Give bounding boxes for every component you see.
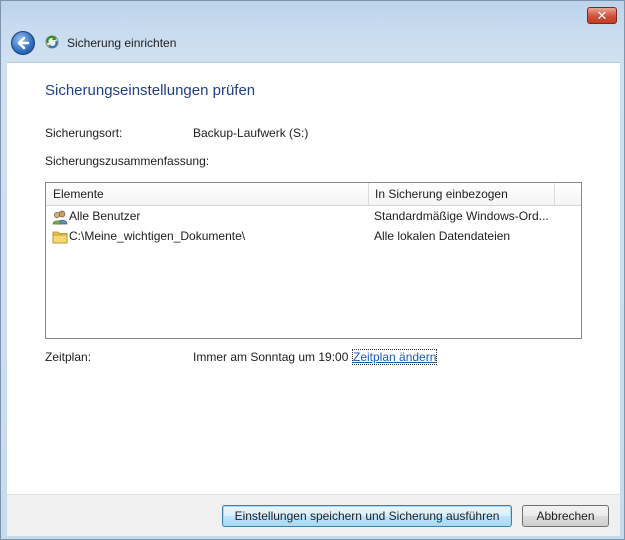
- folder-icon: [52, 231, 68, 244]
- cancel-button[interactable]: Abbrechen: [522, 505, 609, 527]
- page-heading: Sicherungseinstellungen prüfen: [45, 82, 256, 99]
- backup-icon: [45, 35, 59, 49]
- item-name: Alle Benutzer: [69, 209, 141, 223]
- change-schedule-link[interactable]: Zeitplan ändern: [351, 349, 438, 365]
- column-separator[interactable]: [554, 183, 555, 205]
- footer: Einstellungen speichern und Sicherung au…: [7, 494, 620, 536]
- content-panel: Sicherungseinstellungen prüfen Sicherung…: [7, 62, 620, 495]
- backup-location-value: Backup-Laufwerk (S:): [193, 126, 309, 140]
- summary-list[interactable]: Elemente In Sicherung einbezogen Alle Be…: [45, 182, 582, 339]
- window-title: Sicherung einrichten: [67, 36, 177, 50]
- back-button[interactable]: [11, 31, 35, 55]
- schedule-label: Zeitplan:: [45, 350, 92, 364]
- close-button[interactable]: ✕: [587, 7, 617, 24]
- list-item[interactable]: C:\Meine_wichtigen_Dokumente\ Alle lokal…: [46, 227, 581, 246]
- column-header-items[interactable]: Elemente: [46, 183, 368, 205]
- item-included: Standardmäßige Windows-Ord...: [374, 209, 549, 223]
- save-and-run-button[interactable]: Einstellungen speichern und Sicherung au…: [222, 505, 512, 527]
- users-icon: [52, 210, 68, 225]
- schedule-value: Immer am Sonntag um 19:00: [193, 350, 349, 364]
- item-included: Alle lokalen Datendateien: [374, 229, 511, 243]
- list-header: Elemente In Sicherung einbezogen: [46, 183, 581, 206]
- item-name: C:\Meine_wichtigen_Dokumente\: [69, 229, 246, 243]
- summary-label: Sicherungszusammenfassung:: [45, 154, 210, 168]
- backup-location-label: Sicherungsort:: [45, 126, 123, 140]
- back-arrow-icon: [17, 36, 30, 50]
- window-frame: ✕ Sicherung einrichten Sicherungseinstel…: [0, 0, 625, 540]
- list-item[interactable]: Alle Benutzer Standardmäßige Windows-Ord…: [46, 207, 581, 226]
- column-header-included[interactable]: In Sicherung einbezogen: [368, 183, 554, 205]
